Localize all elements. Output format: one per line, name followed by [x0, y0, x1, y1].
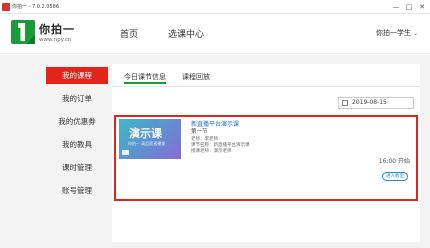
sidebar-item-lesson-management[interactable]: 课时管理 [46, 159, 108, 176]
maximize-button[interactable]: □ [403, 1, 415, 13]
minimize-button[interactable]: — [390, 1, 402, 13]
calendar-icon [342, 100, 348, 106]
window-titlebar: 你拍一 - 7.0.2.0586 — □ ✕ [0, 0, 430, 14]
logo-icon [11, 20, 35, 44]
sidebar-item-my-teaching-aids[interactable]: 我的教具 [46, 136, 108, 153]
logo-text: 你拍一 [39, 23, 75, 36]
app-icon [2, 3, 10, 11]
sidebar-item-my-coupons[interactable]: 我的优惠券 [46, 113, 108, 130]
course-start-time: 16:00 开始 [378, 158, 410, 165]
tab-today-lessons[interactable]: 今日课节信息 [124, 70, 166, 84]
sidebar-item-my-orders[interactable]: 我的订单 [46, 90, 108, 107]
logo-url: www.npy.cn [39, 37, 72, 43]
thumbnail-badge [122, 150, 129, 155]
course-info-line: 授课老师：演示老师 [191, 149, 232, 154]
chevron-down-icon: ⌄ [412, 30, 418, 37]
tab-course-replay[interactable]: 课程回放 [182, 70, 210, 84]
close-button[interactable]: ✕ [416, 1, 428, 13]
thumbnail-subtitle: 你拍一 高品质直播课 [128, 141, 166, 146]
nav-home[interactable]: 首页 [120, 27, 138, 40]
window-title: 你拍一 - 7.0.2.0586 [12, 4, 60, 10]
sidebar-item-my-courses[interactable]: 我的课程 [46, 67, 108, 84]
nav-course-center[interactable]: 选课中心 [168, 27, 204, 40]
tabs-divider [112, 86, 420, 87]
thumbnail-title: 演示课 [129, 127, 162, 140]
course-thumbnail[interactable]: 演示课 你拍一 高品质直播课 [119, 119, 181, 159]
course-lesson: 第一节 [191, 129, 208, 135]
main-panel: 今日课节信息 课程回放 2019-08-15 演示课 你拍一 高品质直播课 新直… [112, 64, 420, 242]
enter-classroom-button[interactable]: 进入教室 [382, 172, 408, 181]
sidebar-item-account-management[interactable]: 账号管理 [46, 182, 108, 199]
date-picker[interactable]: 2019-08-15 [338, 97, 414, 109]
user-name: 你拍一学生 [375, 29, 411, 37]
app-header: 你拍一 www.npy.cn 首页 选课中心 你拍一学生 ⌄ [0, 14, 430, 54]
date-value: 2019-08-15 [352, 99, 387, 106]
user-menu[interactable]: 你拍一学生 ⌄ [376, 28, 418, 38]
